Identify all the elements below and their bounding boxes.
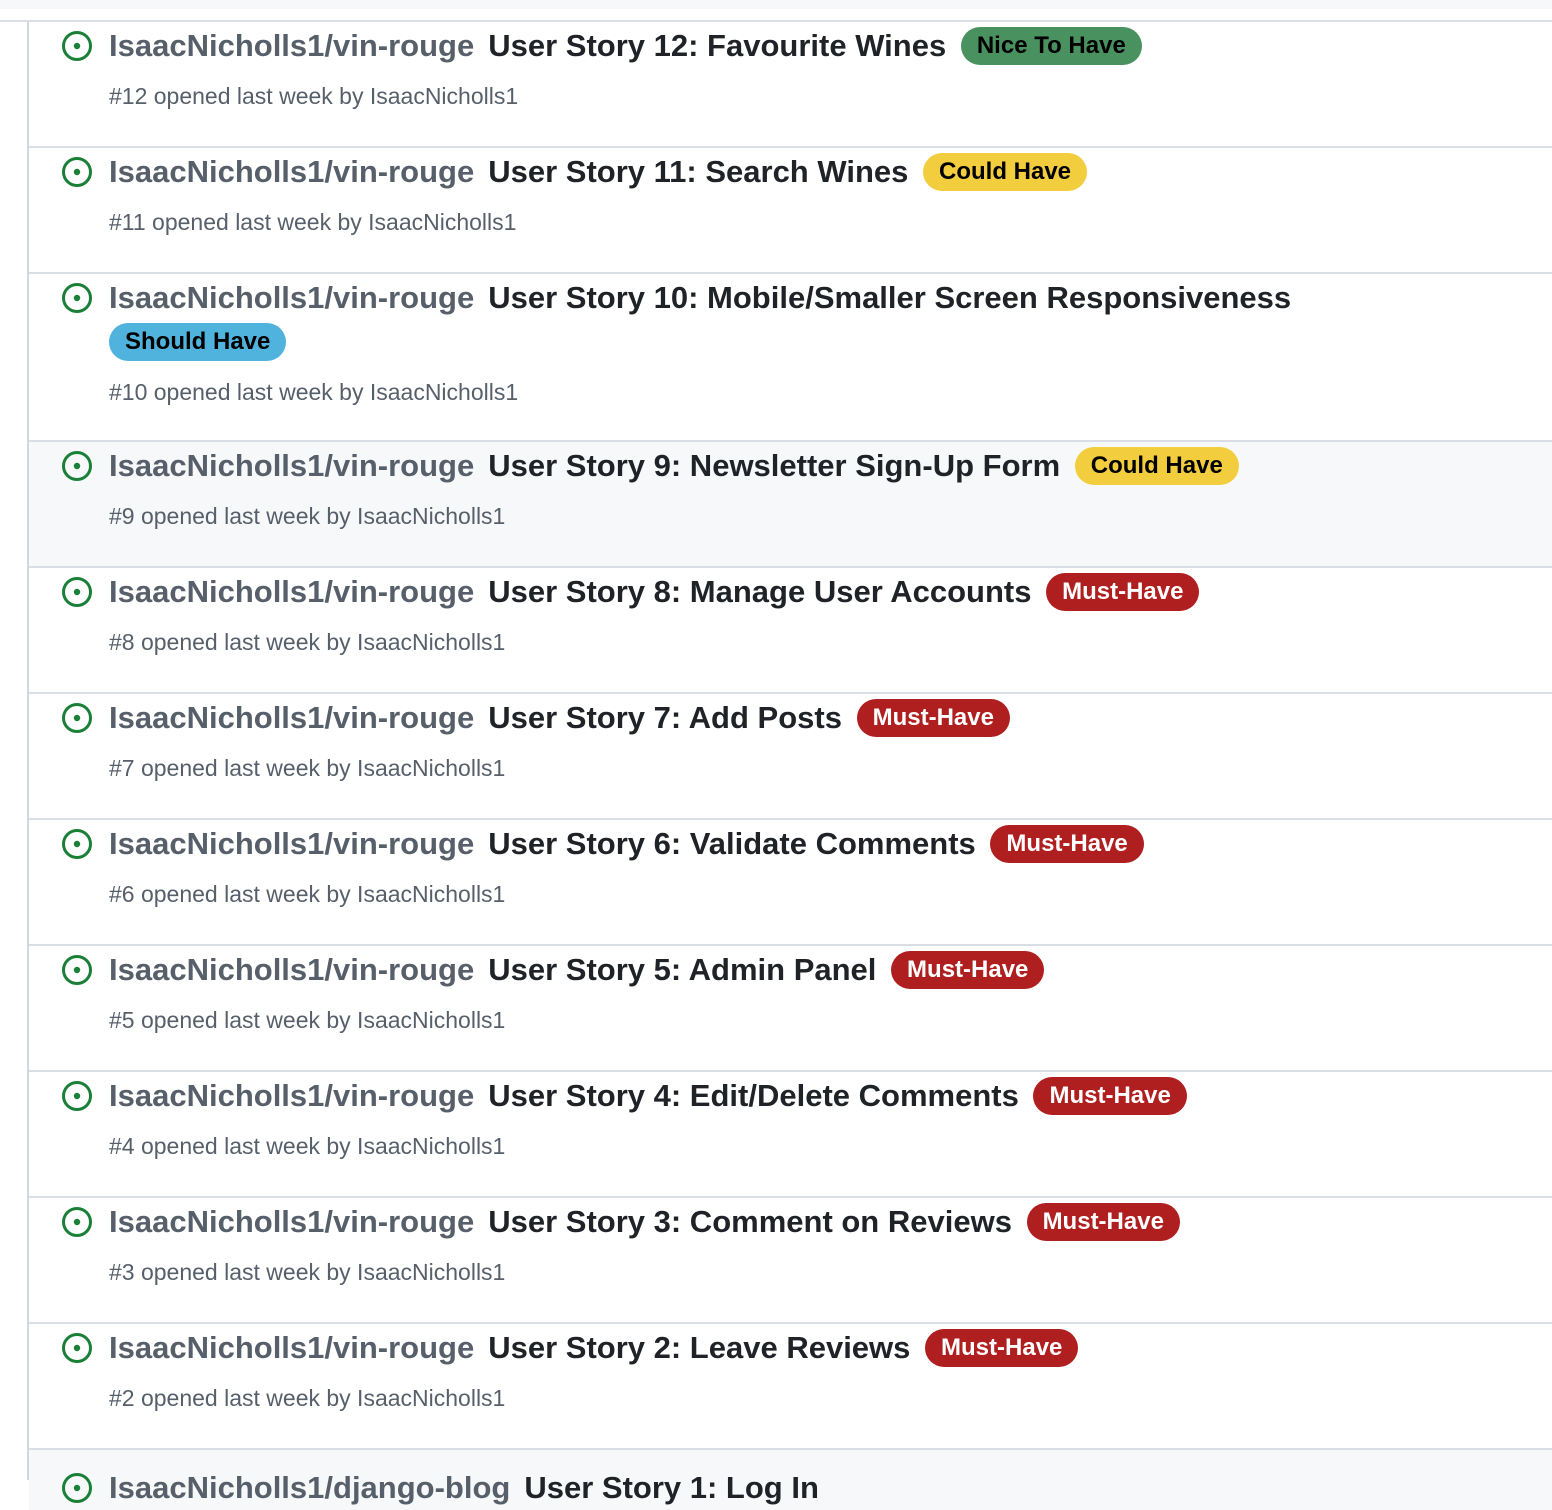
issue-meta: #8 opened last week by IsaacNicholls1 (109, 629, 506, 655)
issue-row-2[interactable]: IsaacNicholls1/vin-rouge User Story 2: Le… (29, 1324, 1552, 1450)
issue-repo-link[interactable]: IsaacNicholls1/vin-rouge (109, 1330, 474, 1365)
issue-row-3[interactable]: IsaacNicholls1/vin-rouge User Story 3: Co… (29, 1198, 1552, 1324)
issue-meta: #9 opened last week by IsaacNicholls1 (109, 503, 506, 529)
issue-list: IsaacNicholls1/vin-rouge User Story 12: F… (29, 22, 1552, 1510)
issue-repo-link[interactable]: IsaacNicholls1/django-blog (109, 1470, 510, 1505)
issue-opened-icon (62, 157, 92, 187)
label-could-have[interactable]: Could Have (1074, 447, 1239, 485)
issue-opened-icon (62, 283, 92, 313)
label-must-have[interactable]: Must-Have (990, 825, 1144, 863)
issue-title-link[interactable]: User Story 9: Newsletter Sign-Up Form (488, 448, 1060, 483)
label-should-have[interactable]: Should Have (109, 323, 287, 361)
issue-title-link[interactable]: User Story 3: Comment on Reviews (488, 1204, 1012, 1239)
issue-repo-link[interactable]: IsaacNicholls1/vin-rouge (109, 574, 474, 609)
issue-repo-link[interactable]: IsaacNicholls1/vin-rouge (109, 448, 474, 483)
label-must-have[interactable]: Must-Have (1026, 1203, 1180, 1241)
issue-row-6[interactable]: IsaacNicholls1/vin-rouge User Story 6: Va… (29, 820, 1552, 946)
issue-meta: #4 opened last week by IsaacNicholls1 (109, 1133, 506, 1159)
issue-opened-icon (62, 829, 92, 859)
issue-title-link[interactable]: User Story 1: Log In (524, 1470, 819, 1505)
issue-title-link[interactable]: User Story 6: Validate Comments (488, 826, 976, 861)
label-must-have[interactable]: Must-Have (856, 699, 1010, 737)
issue-opened-icon (62, 1207, 92, 1237)
label-must-have[interactable]: Must-Have (891, 951, 1045, 989)
top-toolbar-strip (0, 0, 1552, 9)
issue-row-9[interactable]: IsaacNicholls1/vin-rouge User Story 9: Ne… (29, 442, 1552, 568)
issue-row-10[interactable]: IsaacNicholls1/vin-rouge User Story 10: M… (29, 274, 1552, 442)
issue-repo-link[interactable]: IsaacNicholls1/vin-rouge (109, 1078, 474, 1113)
issue-meta: #10 opened last week by IsaacNicholls1 (109, 379, 519, 405)
issue-repo-link[interactable]: IsaacNicholls1/vin-rouge (109, 700, 474, 735)
issue-row-8[interactable]: IsaacNicholls1/vin-rouge User Story 8: Ma… (29, 568, 1552, 694)
issue-repo-link[interactable]: IsaacNicholls1/vin-rouge (109, 952, 474, 987)
issue-opened-icon (62, 955, 92, 985)
label-must-have[interactable]: Must-Have (1046, 573, 1200, 611)
issue-repo-link[interactable]: IsaacNicholls1/vin-rouge (109, 28, 474, 63)
issue-title-link[interactable]: User Story 5: Admin Panel (488, 952, 876, 987)
issue-title-link[interactable]: User Story 2: Leave Reviews (488, 1330, 910, 1365)
issue-meta: #3 opened last week by IsaacNicholls1 (109, 1259, 506, 1285)
label-could-have[interactable]: Could Have (923, 153, 1088, 191)
issue-repo-link[interactable]: IsaacNicholls1/vin-rouge (109, 826, 474, 861)
issue-repo-link[interactable]: IsaacNicholls1/vin-rouge (109, 280, 474, 315)
issue-meta: #12 opened last week by IsaacNicholls1 (109, 83, 519, 109)
issue-title-link[interactable]: User Story 4: Edit/Delete Comments (488, 1078, 1019, 1113)
issue-meta: #11 opened last week by IsaacNicholls1 (109, 209, 517, 235)
issue-meta: #5 opened last week by IsaacNicholls1 (109, 1007, 506, 1033)
issue-meta: #6 opened last week by IsaacNicholls1 (109, 881, 506, 907)
issue-title-link[interactable]: User Story 8: Manage User Accounts (488, 574, 1031, 609)
label-must-have[interactable]: Must-Have (1033, 1077, 1187, 1115)
issue-opened-icon (62, 1473, 92, 1503)
issue-row-1[interactable]: IsaacNicholls1/django-blog User Story 1: … (29, 1450, 1552, 1510)
issue-opened-icon (62, 451, 92, 481)
issue-opened-icon (62, 703, 92, 733)
issue-row-4[interactable]: IsaacNicholls1/vin-rouge User Story 4: Ed… (29, 1072, 1552, 1198)
issue-row-5[interactable]: IsaacNicholls1/vin-rouge User Story 5: Ad… (29, 946, 1552, 1072)
issue-title-link[interactable]: User Story 12: Favourite Wines (488, 28, 946, 63)
issue-title-link[interactable]: User Story 7: Add Posts (488, 700, 842, 735)
issue-opened-icon (62, 1081, 92, 1111)
issue-opened-icon (62, 1333, 92, 1363)
issue-title-link[interactable]: User Story 11: Search Wines (488, 154, 908, 189)
issue-meta: #2 opened last week by IsaacNicholls1 (109, 1385, 506, 1411)
issue-opened-icon (62, 577, 92, 607)
label-must-have[interactable]: Must-Have (925, 1329, 1079, 1367)
issue-row-11[interactable]: IsaacNicholls1/vin-rouge User Story 11: S… (29, 148, 1552, 274)
issue-opened-icon (62, 31, 92, 61)
issue-row-12[interactable]: IsaacNicholls1/vin-rouge User Story 12: F… (29, 22, 1552, 148)
issue-title-link[interactable]: User Story 10: Mobile/Smaller Screen Res… (488, 280, 1291, 315)
issue-repo-link[interactable]: IsaacNicholls1/vin-rouge (109, 1204, 474, 1239)
issue-repo-link[interactable]: IsaacNicholls1/vin-rouge (109, 154, 474, 189)
label-nice-to-have[interactable]: Nice To Have (960, 27, 1142, 65)
issue-meta: #7 opened last week by IsaacNicholls1 (109, 755, 506, 781)
issue-row-7[interactable]: IsaacNicholls1/vin-rouge User Story 7: Ad… (29, 694, 1552, 820)
